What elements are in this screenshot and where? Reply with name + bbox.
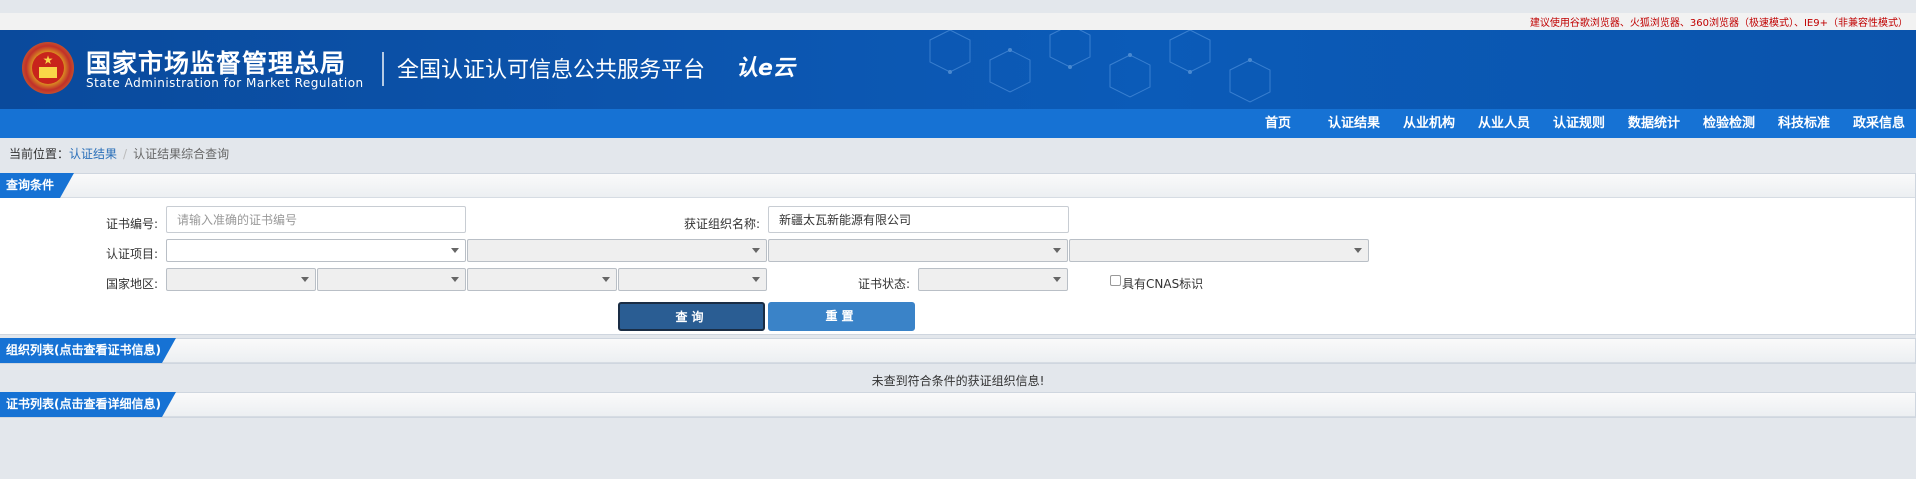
nav-item-home[interactable]: 首页 (1265, 109, 1291, 138)
nav-item-personnel[interactable]: 从业人员 (1478, 109, 1530, 138)
top-strip (0, 0, 1916, 13)
cert-list-header: 证书列表(点击查看详细信息) (0, 392, 1915, 417)
nav-item-institutions[interactable]: 从业机构 (1403, 109, 1455, 138)
query-panel-title: 查询条件 (0, 173, 74, 198)
status-label: 证书状态: (857, 277, 910, 291)
nav-item-cert-rules[interactable]: 认证规则 (1553, 109, 1605, 138)
project-select-2[interactable] (467, 239, 767, 262)
query-panel: 查询条件 证书编号: 获证组织名称: 认证项目: 国家地区: 证书状态: 具有C… (0, 173, 1916, 335)
project-select-4[interactable] (1069, 239, 1369, 262)
chevron-down-icon (602, 277, 610, 282)
site-header: ★ 国家市场监督管理总局 State Administration for Ma… (0, 30, 1916, 109)
query-panel-header: 查询条件 (0, 173, 1915, 198)
project-select-1[interactable] (166, 239, 466, 262)
chevron-down-icon (451, 277, 459, 282)
query-button[interactable]: 查询 (618, 302, 765, 331)
cert-list-title: 证书列表(点击查看详细信息) (0, 392, 176, 417)
national-emblem-icon: ★ (22, 42, 74, 94)
org-name-label: 获证组织名称: (683, 217, 760, 231)
region-label: 国家地区: (105, 277, 158, 291)
status-select[interactable] (918, 268, 1068, 291)
reset-button[interactable]: 重置 (768, 302, 915, 331)
cnas-checkbox[interactable] (1110, 275, 1121, 286)
agency-name-cn: 国家市场监督管理总局 (86, 49, 347, 78)
breadcrumb-prefix: 当前位置： (9, 147, 70, 161)
breadcrumb-current: 认证结果综合查询 (133, 147, 230, 161)
nav-item-statistics[interactable]: 数据统计 (1628, 109, 1680, 138)
org-list-title: 组织列表(点击查看证书信息) (0, 338, 176, 363)
cert-no-label: 证书编号: (105, 217, 158, 231)
chevron-down-icon (1053, 248, 1061, 253)
region-select-2[interactable] (317, 268, 466, 291)
breadcrumb-separator: / (123, 147, 128, 161)
chevron-down-icon (1053, 277, 1061, 282)
browser-tip: 建议使用谷歌浏览器、火狐浏览器、360浏览器（极速模式）、IE9+（非兼容性模式… (1529, 18, 1908, 29)
region-select-3[interactable] (467, 268, 617, 291)
chevron-down-icon (752, 277, 760, 282)
platform-name: 全国认证认可信息公共服务平台 (397, 58, 706, 83)
project-label: 认证项目: (105, 247, 158, 261)
chevron-down-icon (301, 277, 309, 282)
org-list-empty-message: 未查到符合条件的获证组织信息! (871, 374, 1045, 388)
cnas-label: 具有CNAS标识 (1122, 277, 1204, 291)
org-list-header: 组织列表(点击查看证书信息) (0, 338, 1915, 363)
chevron-down-icon (752, 248, 760, 253)
cert-list-panel: 证书列表(点击查看详细信息) (0, 392, 1916, 418)
cert-no-input[interactable] (166, 206, 466, 233)
nav-item-procurement[interactable]: 政采信息 (1853, 109, 1905, 138)
breadcrumb: 当前位置：认证结果 / 认证结果综合查询 (9, 145, 229, 162)
breadcrumb-link-cert-results[interactable]: 认证结果 (69, 147, 117, 161)
agency-name-en: State Administration for Market Regulati… (86, 76, 364, 90)
hexagon-decoration (929, 30, 1271, 103)
chevron-down-icon (451, 248, 459, 253)
region-select-4[interactable] (618, 268, 767, 291)
platform-logo: 认e云 (736, 56, 795, 81)
header-divider (382, 52, 384, 86)
nav-item-standards[interactable]: 科技标准 (1778, 109, 1830, 138)
org-list-panel: 组织列表(点击查看证书信息) (0, 338, 1916, 364)
region-select-1[interactable] (166, 268, 316, 291)
project-select-3[interactable] (768, 239, 1068, 262)
org-name-input[interactable] (768, 206, 1069, 233)
main-nav: 首页 认证结果 从业机构 从业人员 认证规则 数据统计 检验检测 科技标准 政采… (0, 109, 1916, 138)
nav-item-cert-results[interactable]: 认证结果 (1328, 109, 1380, 138)
nav-item-inspection[interactable]: 检验检测 (1703, 109, 1755, 138)
chevron-down-icon (1354, 248, 1362, 253)
